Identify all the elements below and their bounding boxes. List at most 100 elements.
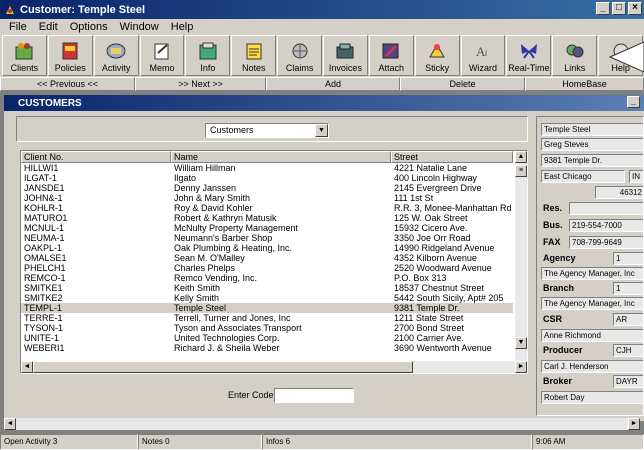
producer-code-field[interactable]: CJH — [613, 344, 643, 357]
producer-name-field[interactable]: Carl J. Henderson — [541, 360, 643, 373]
name-cell: Terrell, Turner and Jones, Inc — [174, 313, 291, 323]
toolbar-sticky-button[interactable]: Sticky — [414, 35, 460, 76]
list-vertical-scrollbar[interactable]: ▲ ≡ ▼ — [515, 151, 527, 361]
table-row[interactable]: OMALSE1 Sean M. O'Malley 4352 Kilborn Aven… — [21, 253, 513, 263]
horizontal-scroll-thumb[interactable] — [33, 361, 413, 373]
agency-code-field[interactable]: 1 — [613, 252, 643, 265]
maximize-button[interactable]: □ — [612, 2, 626, 15]
toolbar-attach-button[interactable]: Attach — [368, 35, 414, 76]
client-no-cell: OMALSE1 — [24, 253, 67, 263]
res-phone-field[interactable] — [569, 202, 643, 215]
agency-name-field[interactable]: The Agency Manager, Inc — [541, 267, 643, 280]
menu-window[interactable]: Window — [114, 21, 165, 33]
detail-city-field[interactable]: East Chicago — [541, 170, 625, 183]
info-icon — [199, 42, 217, 60]
toolbar-links-button[interactable]: Links — [552, 35, 598, 76]
branch-code-field[interactable]: 1 — [613, 282, 643, 295]
enter-code-input[interactable] — [274, 388, 354, 403]
street-cell: 111 1st St — [394, 193, 434, 203]
detail-address-field[interactable]: 9381 Temple Dr. — [541, 154, 643, 167]
table-row[interactable]: SMITKE1 Keith Smith 18537 Chestnut Street — [21, 283, 513, 293]
menu-file[interactable]: File — [3, 21, 33, 33]
street-cell: 2145 Evergreen Drive — [394, 183, 482, 193]
table-row[interactable]: JANSDE1 Denny Janssen 2145 Evergreen Drive — [21, 183, 513, 193]
table-row[interactable]: OAKPL-1 Oak Plumbing & Heating, Inc. 14990… — [21, 243, 513, 253]
detail-name-field[interactable]: Temple Steel — [541, 123, 643, 136]
toolbar-clients-button[interactable]: Clients — [2, 35, 47, 76]
toolbar: Clients Policies Activity Memo Info Note… — [0, 35, 644, 77]
toolbar-notes-button[interactable]: Notes — [231, 35, 277, 76]
table-row[interactable]: PHELCH1 Charles Phelps 2520 Woodward Avenu… — [21, 263, 513, 273]
app-icon — [6, 5, 14, 14]
csr-name-field[interactable]: Anne Richmond — [541, 329, 643, 342]
toolbar-policies-button[interactable]: Policies — [47, 35, 93, 76]
csr-code-field[interactable]: AR — [613, 313, 643, 326]
previous-button[interactable]: << Previous << — [0, 77, 135, 91]
table-row[interactable]: TEMPL-1 Temple Steel 9381 Temple Dr. — [21, 303, 513, 313]
street-cell: 4352 Kilborn Avenue — [394, 253, 477, 263]
close-button[interactable]: × — [628, 2, 642, 15]
client-no-cell: HILLWI1 — [24, 163, 59, 173]
window-scroll-left-arrow-icon[interactable]: ◄ — [4, 418, 16, 430]
name-cell: Roy & David Kohler — [174, 203, 253, 213]
broker-label: Broker — [543, 376, 573, 386]
table-row[interactable]: SMITKE2 Kelly Smith 5442 South Sicily, Apt… — [21, 293, 513, 303]
toolbar-activity-button[interactable]: Activity — [93, 35, 139, 76]
scroll-thumb[interactable]: ≡ — [515, 165, 527, 177]
child-minimize-button[interactable]: _ — [627, 96, 640, 108]
client-no-cell: JANSDE1 — [24, 183, 65, 193]
toolbar-realtime-button[interactable]: Real-Time — [506, 35, 552, 76]
broker-code-field[interactable]: DAYR — [613, 375, 643, 388]
table-row[interactable]: NEUMA-1 Neumann's Barber Shop 3350 Joe Orr… — [21, 233, 513, 243]
delete-button[interactable]: Delete — [400, 77, 525, 91]
menu-edit[interactable]: Edit — [33, 21, 64, 33]
column-header-client-no[interactable]: Client No. — [21, 151, 171, 163]
toolbar-wizard-button[interactable]: Ai Wizard — [460, 35, 506, 76]
detail-contact-field[interactable]: Greg Steves — [541, 138, 643, 151]
list-horizontal-scrollbar[interactable]: ◄ ► — [21, 361, 527, 373]
name-cell: United Technologies Corp. — [174, 333, 280, 343]
detail-state-field[interactable]: IN — [629, 170, 643, 183]
table-row[interactable]: MCNUL-1 McNulty Property Management 15932 … — [21, 223, 513, 233]
table-row[interactable]: ILGAT-1 Ilgato 400 Lincoln Highway — [21, 173, 513, 183]
customers-window-titlebar: CUSTOMERS _ — [4, 95, 644, 111]
detail-zip-field[interactable]: 46312 — [595, 186, 643, 199]
broker-name-field[interactable]: Robert Day — [541, 391, 643, 404]
table-row[interactable]: HILLWI1 William Hillman 4221 Natalie Lane — [21, 163, 513, 173]
table-row[interactable]: WEBERI1 Richard J. & Sheila Weber 3690 Wen… — [21, 343, 513, 353]
menu-help[interactable]: Help — [165, 21, 200, 33]
chevron-down-icon[interactable]: ▼ — [315, 124, 328, 137]
column-header-name[interactable]: Name — [171, 151, 391, 163]
table-row[interactable]: MATURO1 Robert & Kathryn Matusik 125 W. Oa… — [21, 213, 513, 223]
window-horizontal-scrollbar[interactable]: ◄ ► — [4, 418, 640, 430]
menu-options[interactable]: Options — [64, 21, 114, 33]
client-no-cell: PHELCH1 — [24, 263, 66, 273]
customer-listbox[interactable]: Client No. Name Street HILLWI1 William Hi… — [20, 150, 528, 374]
scroll-right-arrow-icon[interactable]: ► — [515, 361, 527, 373]
homebase-button[interactable]: HomeBase — [525, 77, 644, 91]
table-row[interactable]: JOHN&-1 John & Mary Smith 111 1st St — [21, 193, 513, 203]
table-row[interactable]: KOHLR-1 Roy & David Kohler R.R. 3, Monee-M… — [21, 203, 513, 213]
fax-field[interactable]: 708-799-9649 — [569, 236, 643, 249]
branch-name-field[interactable]: The Agency Manager, Inc — [541, 297, 643, 310]
bus-phone-field[interactable]: 219-554-7000 — [569, 219, 643, 232]
scroll-up-arrow-icon[interactable]: ▲ — [515, 151, 527, 163]
toolbar-claims-button[interactable]: Claims — [277, 35, 323, 76]
client-no-cell: KOHLR-1 — [24, 203, 64, 213]
customer-type-select[interactable]: Customers ▼ — [205, 123, 329, 138]
toolbar-memo-button[interactable]: Memo — [139, 35, 185, 76]
table-row[interactable]: REMCO-1 Remco Vending, Inc. P.O. Box 313 — [21, 273, 513, 283]
table-row[interactable]: TERRE-1 Terrell, Turner and Jones, Inc 121… — [21, 313, 513, 323]
column-header-street[interactable]: Street — [391, 151, 513, 163]
window-scroll-right-arrow-icon[interactable]: ► — [628, 418, 640, 430]
toolbar-invoices-button[interactable]: Invoices — [323, 35, 368, 76]
scroll-down-arrow-icon[interactable]: ▼ — [515, 337, 527, 349]
table-row[interactable]: UNITE-1 United Technologies Corp. 2100 Car… — [21, 333, 513, 343]
minimize-button[interactable]: _ — [596, 2, 610, 15]
toolbar-info-button[interactable]: Info — [185, 35, 231, 76]
next-button[interactable]: >> Next >> — [135, 77, 266, 91]
producer-label: Producer — [543, 345, 583, 355]
table-row[interactable]: TYSON-1 Tyson and Associates Transport 270… — [21, 323, 513, 333]
add-button[interactable]: Add — [266, 77, 400, 91]
scroll-left-arrow-icon[interactable]: ◄ — [21, 361, 33, 373]
